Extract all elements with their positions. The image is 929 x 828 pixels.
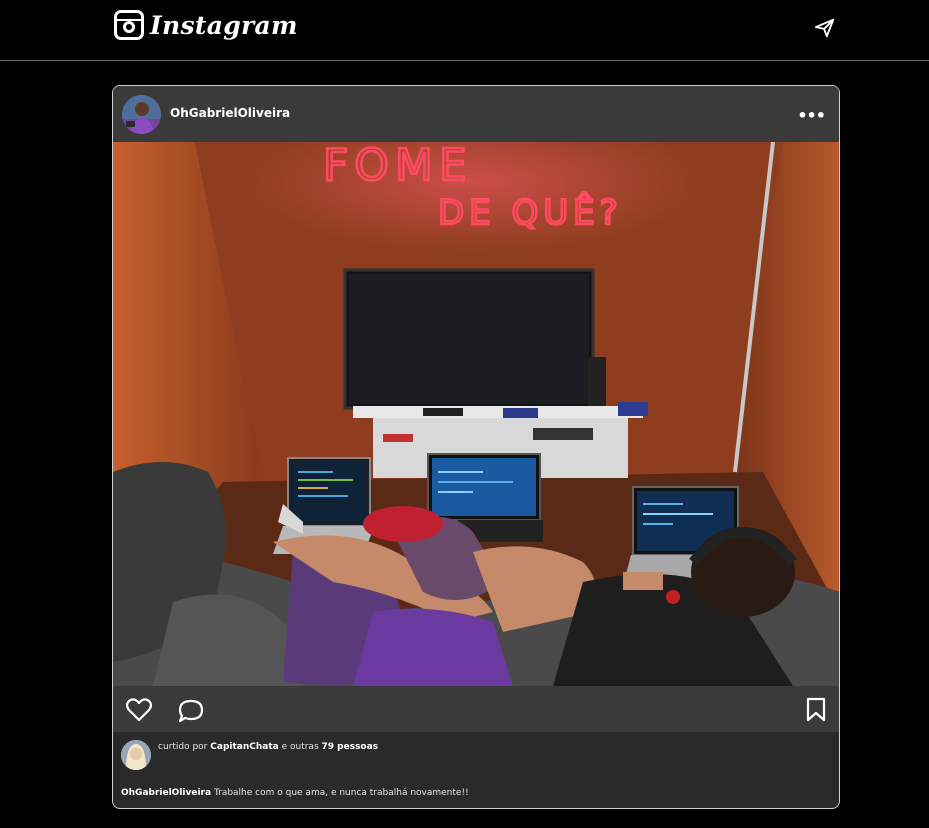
liker-avatar[interactable] — [121, 740, 151, 770]
avatar[interactable] — [122, 95, 161, 134]
likes-summary: curtido por CapitanChata e outras 79 pes… — [113, 732, 839, 776]
instagram-logo[interactable]: Instagram — [114, 5, 298, 45]
likes-prefix: curtido por — [158, 742, 208, 752]
post-caption: OhGabrielOliveira Trabalhe com o que ama… — [121, 788, 469, 798]
likes-middle: e outras — [281, 742, 319, 752]
likes-count[interactable]: 79 pessoas — [322, 742, 379, 752]
caption-username[interactable]: OhGabrielOliveira — [121, 788, 211, 798]
neon-sign-line2: DE QUÊ? — [438, 192, 623, 233]
post-username[interactable]: OhGabrielOliveira — [170, 106, 290, 120]
likes-text: curtido por CapitanChata e outras 79 pes… — [158, 742, 378, 752]
liked-by-user[interactable]: CapitanChata — [210, 742, 278, 752]
post-image[interactable]: FOME DE QUÊ? — [113, 142, 839, 686]
neon-sign-line1: FOME — [323, 142, 473, 191]
more-dots-icon[interactable]: ••• — [797, 106, 826, 125]
heart-icon[interactable] — [125, 698, 153, 726]
paper-plane-icon[interactable] — [814, 17, 836, 39]
post-card: OhGabrielOliveira ••• FOME DE QUÊ? curti… — [112, 85, 840, 809]
post-header: OhGabrielOliveira ••• — [113, 86, 839, 142]
caption-text: Trabalhe com o que ama, e nunca trabalhá… — [213, 788, 469, 798]
post-actions-bar — [113, 686, 839, 732]
camera-logo-icon — [114, 10, 144, 40]
logo-text: Instagram — [150, 10, 298, 40]
bookmark-icon[interactable] — [806, 697, 826, 726]
top-navigation-bar: Instagram — [0, 0, 929, 61]
comment-icon[interactable] — [178, 699, 204, 727]
